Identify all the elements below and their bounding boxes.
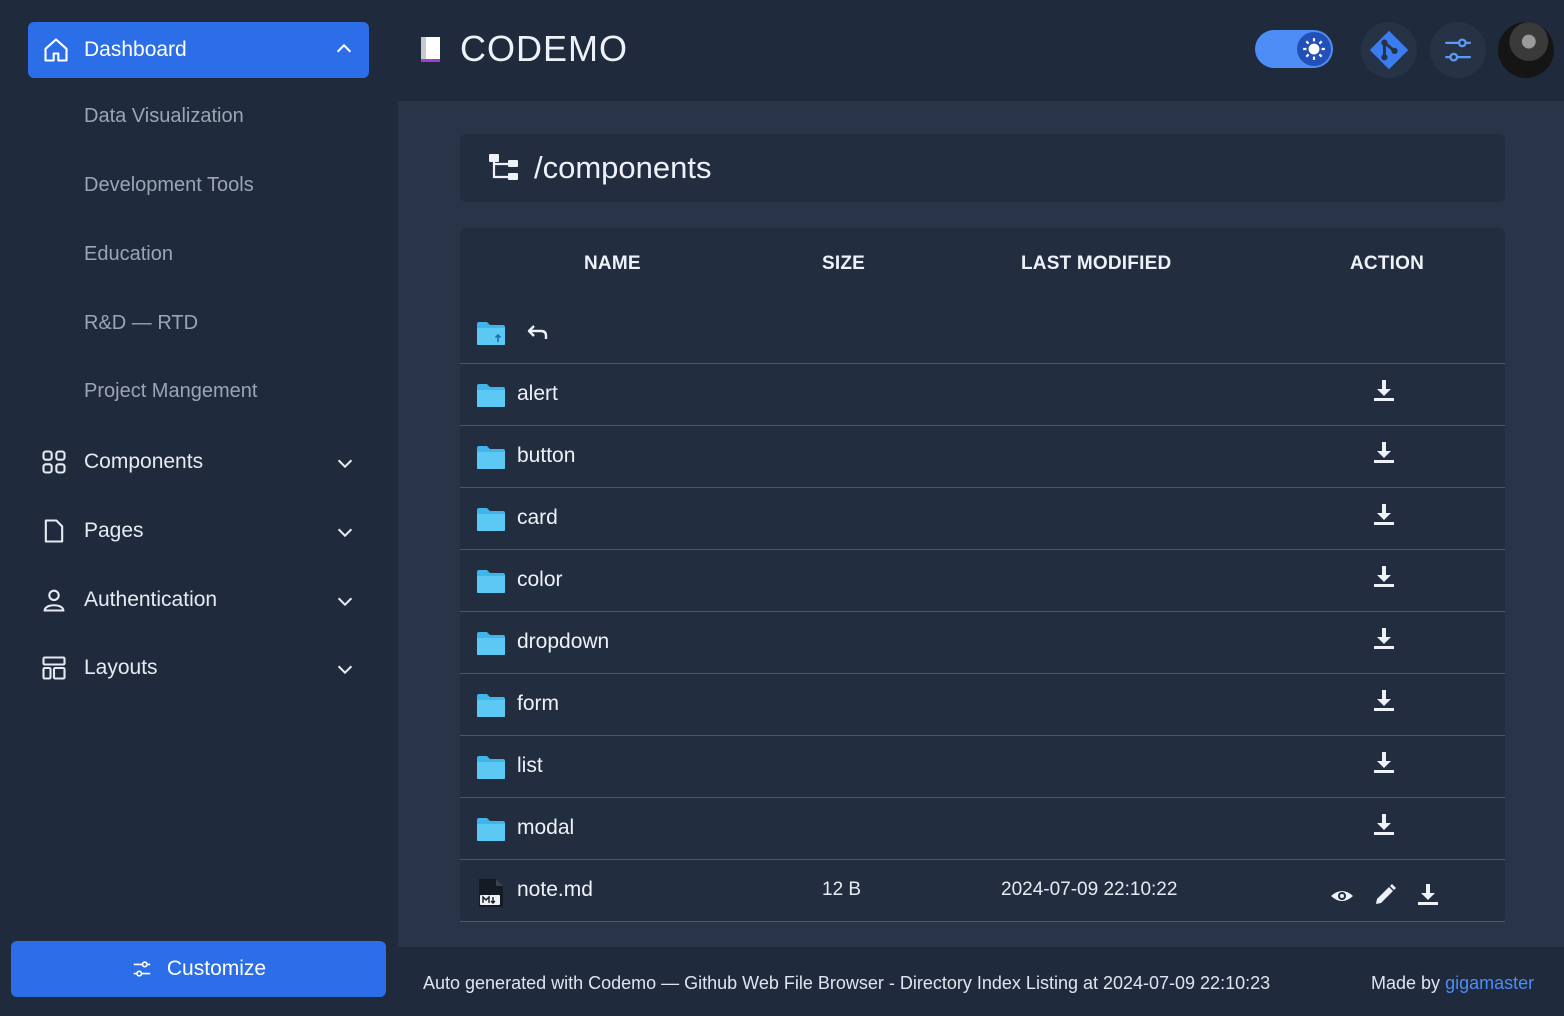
file-name[interactable]: note.md xyxy=(517,878,593,902)
download-icon[interactable] xyxy=(1372,502,1396,528)
sidebar-item-label: Dashboard xyxy=(84,38,187,61)
file-last-modified: 2024-07-09 22:10:22 xyxy=(1001,879,1178,900)
folder-name[interactable]: card xyxy=(517,506,558,530)
sidebar-item-pages[interactable]: Pages xyxy=(40,511,360,551)
avatar[interactable] xyxy=(1498,22,1554,78)
folder-icon xyxy=(477,694,505,717)
download-icon[interactable] xyxy=(1372,750,1396,776)
sun-icon xyxy=(1303,38,1325,60)
folder-icon xyxy=(477,818,505,841)
folder-icon xyxy=(477,756,505,779)
folder-name[interactable]: alert xyxy=(517,382,558,406)
brand[interactable]: CODEMO xyxy=(418,26,628,72)
table-row[interactable]: form xyxy=(460,674,1505,736)
sidebar-subitem-project-management[interactable]: Project Mangement xyxy=(84,380,257,403)
breadcrumb: /components xyxy=(460,134,1505,202)
table-row[interactable]: list xyxy=(460,736,1505,798)
footer-made-by: Made by xyxy=(1371,973,1441,993)
footer-credit: Made by gigamaster xyxy=(1371,973,1534,994)
theme-toggle[interactable] xyxy=(1255,30,1333,68)
sidebar-subitem-development-tools[interactable]: Development Tools xyxy=(84,174,254,197)
folder-name[interactable]: modal xyxy=(517,816,574,840)
column-header-last-modified[interactable]: LAST MODIFIED xyxy=(1021,253,1171,275)
view-icon[interactable] xyxy=(1330,884,1354,908)
table-row-parent[interactable] xyxy=(460,302,1505,364)
user-icon xyxy=(43,589,65,612)
folder-name[interactable]: button xyxy=(517,444,575,468)
folder-up-icon xyxy=(477,322,505,345)
column-header-action: ACTION xyxy=(1350,253,1425,274)
sliders-icon xyxy=(133,961,151,977)
theme-toggle-knob xyxy=(1297,32,1331,66)
chevron-up-icon xyxy=(336,43,352,53)
markdown-file-icon xyxy=(479,879,503,907)
table-row[interactable]: alert xyxy=(460,364,1505,426)
footer-text: Auto generated with Codemo — Github Web … xyxy=(423,973,1271,993)
git-button[interactable] xyxy=(1361,22,1417,78)
layout-icon xyxy=(42,656,66,680)
sidebar-subitem-education[interactable]: Education xyxy=(84,243,173,266)
download-icon[interactable] xyxy=(1372,564,1396,590)
customize-label: Customize xyxy=(166,957,267,980)
edit-icon[interactable] xyxy=(1373,882,1397,908)
download-icon[interactable] xyxy=(1372,440,1396,466)
chevron-down-icon xyxy=(337,597,353,607)
table-row[interactable]: dropdown xyxy=(460,612,1505,674)
folder-name[interactable]: color xyxy=(517,568,563,592)
table-row[interactable]: color xyxy=(460,550,1505,612)
folder-icon xyxy=(477,384,505,407)
grid-icon xyxy=(42,450,66,474)
folder-icon xyxy=(477,508,505,531)
customize-button[interactable]: Customize xyxy=(11,941,386,997)
chevron-down-icon xyxy=(337,459,353,469)
sidebar: Dashboard Data Visualization Development… xyxy=(0,0,398,1016)
file-size: 12 B xyxy=(822,879,862,900)
sidebar-item-layouts[interactable]: Layouts xyxy=(40,648,360,688)
table-row[interactable]: card xyxy=(460,488,1505,550)
chevron-down-icon xyxy=(337,665,353,675)
settings-button[interactable] xyxy=(1430,22,1486,78)
download-icon[interactable] xyxy=(1372,812,1396,838)
sidebar-subitem-rd-rtd[interactable]: R&D — RTD xyxy=(84,312,198,335)
folder-icon xyxy=(477,446,505,469)
sidebar-subitem-data-visualization[interactable]: Data Visualization xyxy=(84,105,244,128)
git-icon xyxy=(1369,30,1409,70)
table-row[interactable]: button xyxy=(460,426,1505,488)
column-header-size[interactable]: SIZE xyxy=(822,253,865,275)
download-icon[interactable] xyxy=(1372,378,1396,404)
folder-name[interactable]: list xyxy=(517,754,543,778)
download-icon[interactable] xyxy=(1372,688,1396,714)
table-row-file[interactable]: note.md 12 B 2024-07-09 22:10:22 xyxy=(460,860,1505,922)
sidebar-item-authentication[interactable]: Authentication xyxy=(40,580,360,620)
current-path: /components xyxy=(534,150,712,185)
page-icon xyxy=(44,519,64,543)
back-arrow-icon xyxy=(527,325,548,339)
folder-name[interactable]: form xyxy=(517,692,559,716)
home-icon xyxy=(44,38,68,62)
sidebar-item-dashboard[interactable]: Dashboard xyxy=(28,22,369,78)
sidebar-item-components[interactable]: Components xyxy=(40,442,360,482)
chevron-down-icon xyxy=(337,528,353,538)
folder-icon xyxy=(477,632,505,655)
brand-title: CODEMO xyxy=(460,28,628,69)
folder-name[interactable]: dropdown xyxy=(517,630,609,654)
sidebar-item-label: Components xyxy=(84,450,204,473)
table-row[interactable]: modal xyxy=(460,798,1505,860)
book-icon xyxy=(421,37,440,62)
sidebar-item-label: Layouts xyxy=(84,656,158,679)
author-link[interactable]: gigamaster xyxy=(1445,973,1534,993)
folder-icon xyxy=(477,570,505,593)
download-icon[interactable] xyxy=(1372,626,1396,652)
column-header-name[interactable]: NAME xyxy=(584,253,641,275)
sidebar-item-label: Authentication xyxy=(84,588,218,611)
download-icon[interactable] xyxy=(1416,882,1440,908)
sliders-icon xyxy=(1445,38,1471,62)
folder-tree-icon xyxy=(489,154,518,180)
sidebar-item-label: Pages xyxy=(84,519,144,542)
